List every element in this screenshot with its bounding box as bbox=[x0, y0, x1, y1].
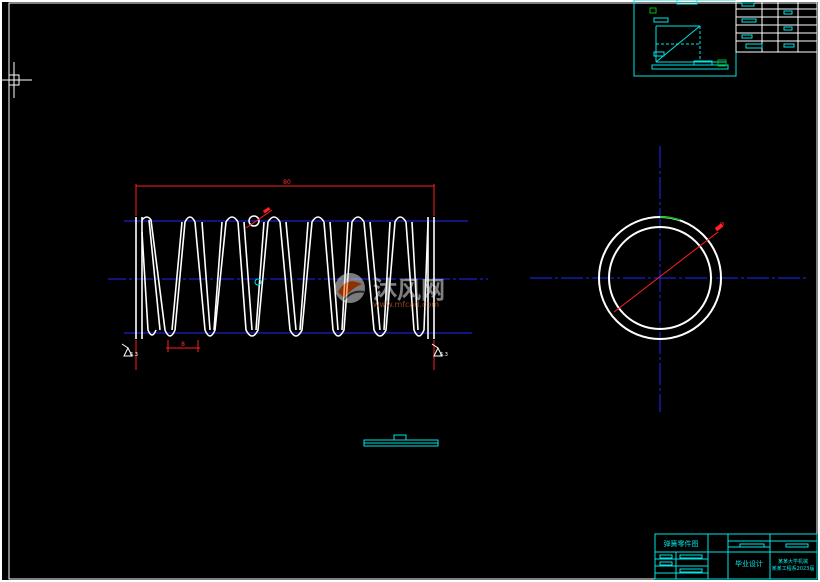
school-line-2: 某某工程系2023届 bbox=[772, 565, 815, 572]
reference-diagram bbox=[633, 0, 737, 77]
cad-drawing-canvas[interactable]: 80 8 6.3 6.3 Ø 弹簧零件图 毕业设计 某某大学机械 某某工程系20… bbox=[0, 0, 820, 582]
side-view-centerlines bbox=[530, 146, 808, 412]
sheet-label: 毕业设计 bbox=[735, 559, 763, 568]
wire-section-marks bbox=[245, 206, 273, 286]
surface-finish-left-label: 6.3 bbox=[130, 352, 138, 358]
watermark-url: www.mfcad.com bbox=[373, 300, 439, 309]
crosshair-cursor-icon bbox=[0, 62, 32, 98]
small-part-view bbox=[363, 434, 439, 447]
school-line-1: 某某大学机械 bbox=[778, 558, 808, 565]
watermark: 沐风网 www.mfcad.com bbox=[335, 273, 445, 309]
drawing-name: 弹簧零件图 bbox=[664, 539, 699, 548]
overall-length-label: 80 bbox=[283, 179, 291, 186]
pitch-label: 8 bbox=[181, 341, 185, 348]
parameter-table bbox=[735, 0, 818, 53]
watermark-logo-icon bbox=[335, 273, 365, 303]
diameter-label: Ø bbox=[720, 221, 724, 228]
drawing-sheet: 80 8 6.3 6.3 Ø 弹簧零件图 毕业设计 某某大学机械 某某工程系20… bbox=[0, 0, 820, 582]
surface-finish-right-label: 6.3 bbox=[440, 352, 448, 358]
